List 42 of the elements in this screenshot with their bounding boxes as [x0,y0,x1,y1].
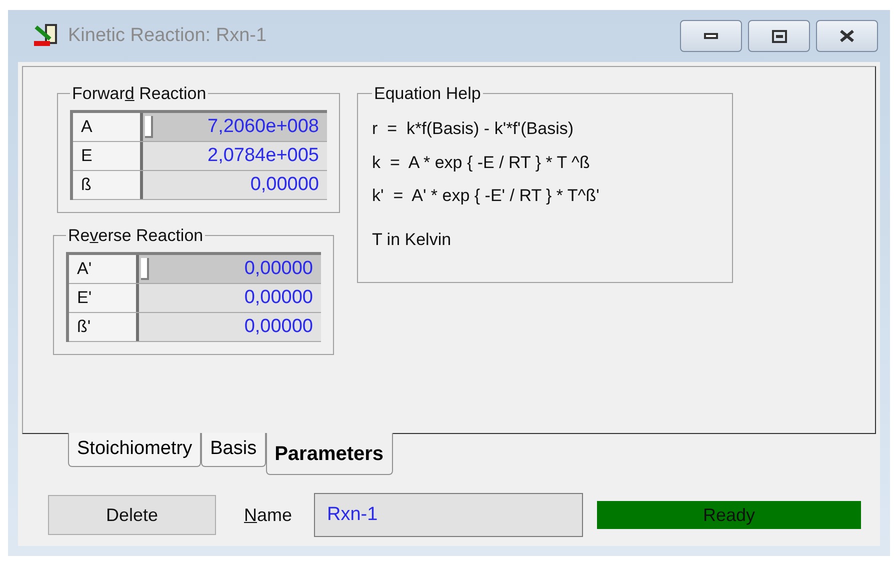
tab[interactable]: Stoichiometry [68,433,202,467]
equation-text: T in Kelvin [372,228,452,250]
name-field[interactable]: Rxn-1 [314,493,584,537]
row-label: A' [69,255,139,283]
cell-value: 0,00000 [244,314,313,339]
cell-cursor-icon [145,116,153,138]
status-text: Ready [703,504,756,527]
value-cell[interactable]: 0,00000 [143,171,327,199]
close-button[interactable] [816,20,878,52]
delete-button[interactable]: Delete [48,495,216,535]
value-cell[interactable]: 7,2060e+008 [143,113,327,141]
row-label: A [73,113,143,141]
close-icon [838,29,856,43]
tab[interactable]: Parameters [266,433,393,475]
row-label: ß [73,171,143,199]
group-title: Forward Reaction [71,85,208,102]
app-icon [32,23,60,49]
maximize-button[interactable] [748,20,810,52]
group-title: Reverse Reaction [67,227,204,244]
name-label: Name [244,504,292,526]
row-label: E [73,142,143,170]
equation-text: k = A * exp { -E / RT } * T ^ß [372,152,591,174]
row-label: E' [69,284,139,312]
cell-cursor-icon [141,258,149,280]
group-title: Equation Help [373,85,482,102]
value-cell[interactable]: 0,00000 [139,255,321,283]
tab[interactable]: Basis [201,433,266,467]
window-title: Kinetic Reaction: Rxn-1 [68,24,267,48]
cell-value: 2,0784e+005 [208,144,319,168]
equation-text: r = k*f(Basis) - k'*f'(Basis) [372,118,575,140]
cell-value: 0,00000 [244,286,313,310]
value-cell[interactable]: 0,00000 [139,284,321,312]
cell-value: 0,00000 [244,256,313,281]
cell-value: 0,00000 [250,172,319,197]
maximize-icon [772,30,786,42]
equation-text: k' = A' * exp { -E' / RT } * T^ß' [372,185,600,207]
minimize-icon [704,33,718,39]
row-label: ß' [69,313,139,341]
value-cell[interactable]: 2,0784e+005 [143,142,327,170]
value-cell[interactable]: 0,00000 [139,313,321,341]
cell-value: 7,2060e+008 [208,114,319,139]
minimize-button[interactable] [680,20,742,52]
